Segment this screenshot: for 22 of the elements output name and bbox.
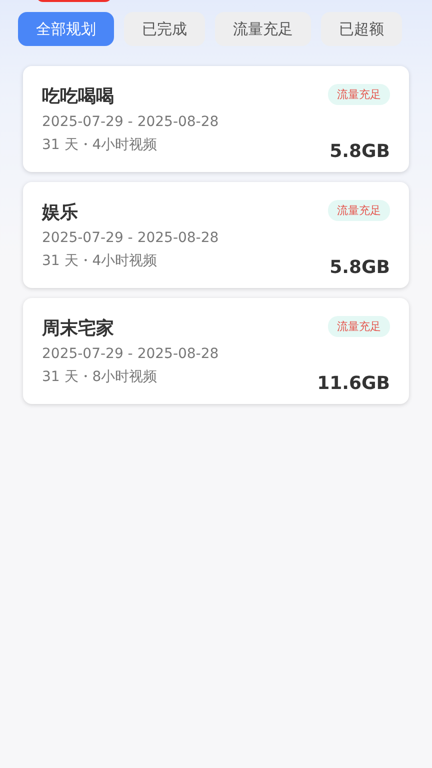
data-amount: 5.8GB <box>330 141 390 162</box>
date-range: 2025-07-29 - 2025-08-28 <box>42 230 220 246</box>
plan-card[interactable]: 娱乐 流量充足 2025-07-29 - 2025-08-28 31 天・4小时视频 5.8GB <box>23 182 409 288</box>
status-tag: 流量充足 <box>328 84 390 105</box>
data-amount: 5.8GB <box>330 257 390 278</box>
filter-tab[interactable]: 已完成 <box>124 12 205 46</box>
filter-tab[interactable]: 全部规划 <box>18 12 114 46</box>
plan-detail: 31 天・8小时视频 <box>42 368 158 386</box>
plan-card[interactable]: 周末宅家 流量充足 2025-07-29 - 2025-08-28 31 天・8小时视频 11.6GB <box>23 298 409 404</box>
plan-name: 娱乐 <box>42 201 79 224</box>
date-range: 2025-07-29 - 2025-08-28 <box>42 114 220 130</box>
status-tag: 流量充足 <box>328 316 390 337</box>
filter-tab[interactable]: 已超额 <box>321 12 402 46</box>
plan-detail: 31 天・4小时视频 <box>42 252 158 270</box>
plan-detail: 31 天・4小时视频 <box>42 136 158 154</box>
plan-name: 吃吃喝喝 <box>42 85 115 108</box>
status-tag: 流量充足 <box>328 200 390 221</box>
data-amount: 11.6GB <box>317 373 390 394</box>
plan-card[interactable]: 吃吃喝喝 流量充足 2025-07-29 - 2025-08-28 31 天・4小时视频 5.8GB <box>23 66 409 172</box>
filter-tab[interactable]: 流量充足 <box>215 12 311 46</box>
plan-name: 周末宅家 <box>42 317 115 340</box>
date-range: 2025-07-29 - 2025-08-28 <box>42 346 220 362</box>
